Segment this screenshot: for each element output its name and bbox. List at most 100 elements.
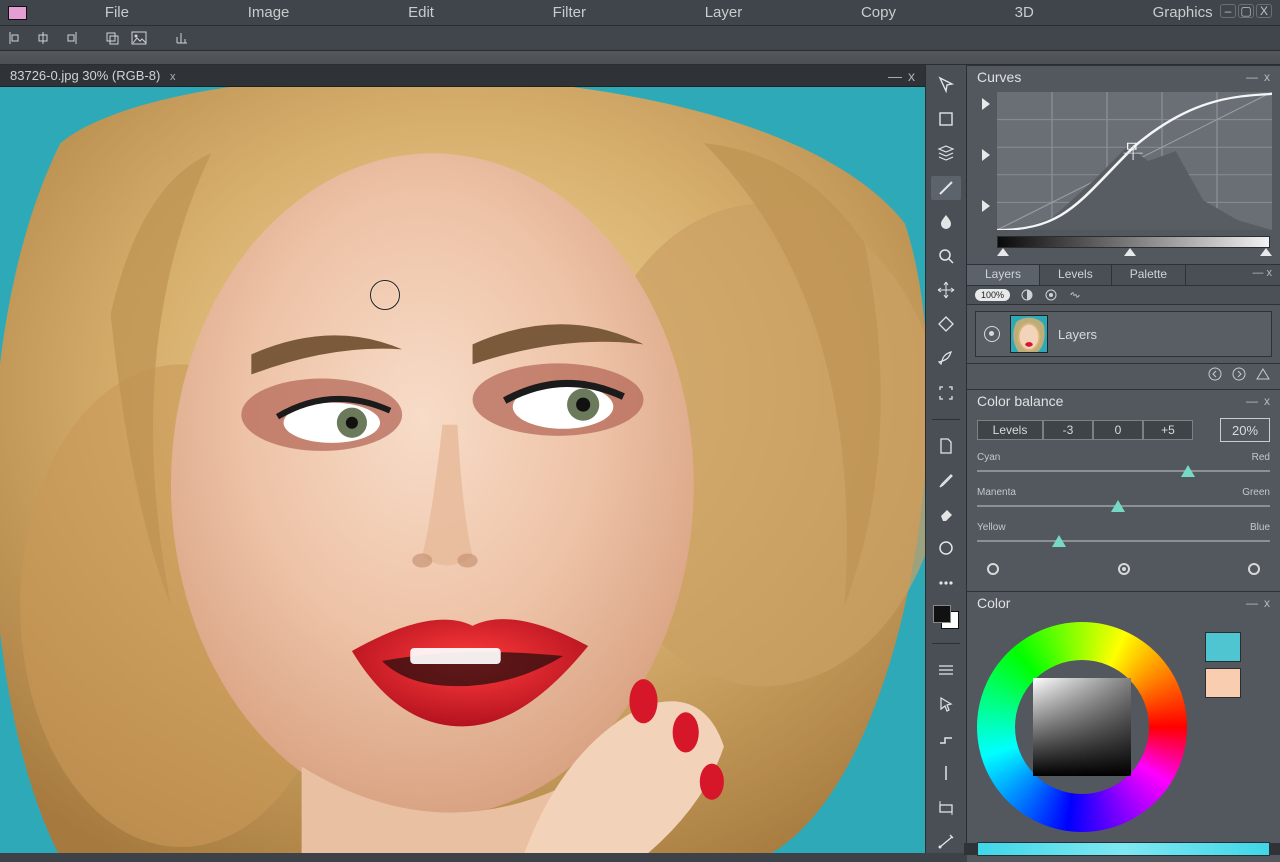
footer-delete-icon[interactable] [1256, 367, 1270, 381]
curves-body[interactable] [967, 88, 1280, 258]
tab-levels[interactable]: Levels [1040, 265, 1112, 285]
cb-slider-2[interactable]: YellowBlue [977, 522, 1270, 549]
curves-mid-marker-icon[interactable] [1124, 248, 1136, 256]
cb-handle-0-icon[interactable] [1181, 465, 1195, 477]
sv-square[interactable] [1033, 678, 1131, 776]
document-minimize-icon[interactable]: — [888, 68, 902, 84]
panel-close-icon[interactable]: x [1264, 70, 1270, 84]
menu-items: File Image Edit Filter Layer Copy 3D Gra… [45, 0, 1272, 25]
document-tab[interactable]: 83726-0.jpg 30% (RGB-8) x [10, 68, 175, 83]
minimize-button[interactable]: – [1220, 4, 1236, 18]
maximize-button[interactable]: ▢ [1238, 4, 1254, 18]
zoom-tool[interactable] [931, 244, 961, 268]
panel-minimize-icon[interactable]: — [1246, 70, 1258, 84]
ellipse-tool[interactable] [931, 536, 961, 560]
rectangle-select-tool[interactable] [931, 107, 961, 131]
cb-left-2: Yellow [977, 522, 1006, 533]
panel-close-icon[interactable]: x [1264, 596, 1270, 610]
cb-value-1[interactable]: 0 [1093, 420, 1143, 440]
menu-file[interactable]: File [93, 0, 141, 25]
eyedropper-tool[interactable] [931, 468, 961, 492]
cb-slider-1[interactable]: ManentaGreen [977, 487, 1270, 514]
foreground-color-swatch[interactable] [8, 6, 27, 20]
new-file-tool[interactable] [931, 434, 961, 458]
layer-thumbnail[interactable] [1010, 315, 1048, 353]
color-wheel[interactable] [977, 622, 1187, 832]
cb-percent[interactable]: 20% [1220, 418, 1270, 442]
tab-layers[interactable]: Layers [967, 265, 1040, 285]
cb-slider-0[interactable]: CyanRed [977, 452, 1270, 479]
menu-edit[interactable]: Edit [396, 0, 446, 25]
cb-radio-highlights[interactable] [1248, 563, 1260, 575]
align-left-icon[interactable] [8, 29, 26, 47]
footer-prev-icon[interactable] [1208, 367, 1222, 381]
cb-value-0[interactable]: -3 [1043, 420, 1093, 440]
cb-handle-1-icon[interactable] [1111, 500, 1125, 512]
color-panel: Color —x [967, 591, 1280, 862]
menu-graphics[interactable]: Graphics [1141, 0, 1225, 25]
brush-tool[interactable] [931, 176, 961, 200]
crop-tool[interactable] [931, 795, 961, 819]
cb-levels-row: Levels -3 0 +5 20% [977, 418, 1270, 442]
color-swatch-1[interactable] [1205, 668, 1241, 698]
pen-tool[interactable] [931, 347, 961, 371]
menu-image[interactable]: Image [236, 0, 302, 25]
duplicate-icon[interactable] [104, 29, 122, 47]
panel-minimize-icon[interactable]: — [1252, 267, 1263, 279]
hue-bar[interactable] [977, 842, 1270, 856]
curves-title: Curves [977, 69, 1021, 85]
document-close-icon[interactable]: x [908, 68, 915, 84]
fullscreen-tool[interactable] [931, 381, 961, 405]
cb-radio-midtones[interactable] [1118, 563, 1130, 575]
panel-minimize-icon[interactable]: — [1246, 596, 1258, 610]
color-swatch-0[interactable] [1205, 632, 1241, 662]
vector-edit-tool[interactable] [931, 829, 961, 853]
curve-output-low-icon[interactable] [982, 200, 990, 212]
image-icon[interactable] [130, 29, 148, 47]
line-tool[interactable] [931, 760, 961, 784]
align-center-icon[interactable] [34, 29, 52, 47]
menu-3d[interactable]: 3D [1003, 0, 1046, 25]
layers-tool[interactable] [931, 141, 961, 165]
align-right-icon[interactable] [60, 29, 78, 47]
layer-row[interactable]: Layers [975, 311, 1272, 357]
paint-bucket-tool[interactable] [931, 312, 961, 336]
cb-handle-2-icon[interactable] [1052, 535, 1066, 547]
curve-output-mid-icon[interactable] [982, 149, 990, 161]
visibility-icon[interactable] [984, 326, 1000, 342]
blur-tool[interactable] [931, 210, 961, 234]
canvas[interactable] [0, 87, 925, 853]
footer-next-icon[interactable] [1232, 367, 1246, 381]
panel-minimize-icon[interactable]: — [1246, 394, 1258, 408]
step-tool[interactable] [931, 726, 961, 750]
cb-radio-shadows[interactable] [987, 563, 999, 575]
lock-icon[interactable] [1044, 288, 1058, 302]
menu-copy[interactable]: Copy [849, 0, 908, 25]
brush-cursor-icon [370, 280, 400, 310]
move-tool[interactable] [931, 73, 961, 97]
move-arrows-tool[interactable] [931, 278, 961, 302]
curves-shadow-marker-icon[interactable] [997, 248, 1009, 256]
contrast-icon[interactable] [1020, 288, 1034, 302]
lines-tool[interactable] [931, 658, 961, 682]
link-icon[interactable] [1068, 288, 1082, 302]
tab-palette[interactable]: Palette [1112, 265, 1186, 285]
cb-value-2[interactable]: +5 [1143, 420, 1193, 440]
foreground-swatch[interactable] [933, 605, 951, 623]
curves-highlight-marker-icon[interactable] [1260, 248, 1272, 256]
menu-filter[interactable]: Filter [541, 0, 598, 25]
close-button[interactable]: X [1256, 4, 1272, 18]
curves-graph[interactable] [997, 92, 1272, 230]
transform-icon[interactable] [174, 29, 192, 47]
panel-close-icon[interactable]: x [1267, 267, 1273, 279]
panel-close-icon[interactable]: x [1264, 394, 1270, 408]
menu-layer[interactable]: Layer [693, 0, 755, 25]
eraser-tool[interactable] [931, 502, 961, 526]
document-tab-close-icon[interactable]: x [170, 71, 176, 83]
more-tool[interactable] [931, 571, 961, 595]
curve-output-high-icon[interactable] [982, 98, 990, 110]
curves-input-gradient[interactable] [997, 236, 1270, 248]
layer-opacity-pill[interactable]: 100% [975, 289, 1010, 301]
pointer-tool[interactable] [931, 692, 961, 716]
foreground-background-swatch[interactable] [933, 605, 959, 629]
